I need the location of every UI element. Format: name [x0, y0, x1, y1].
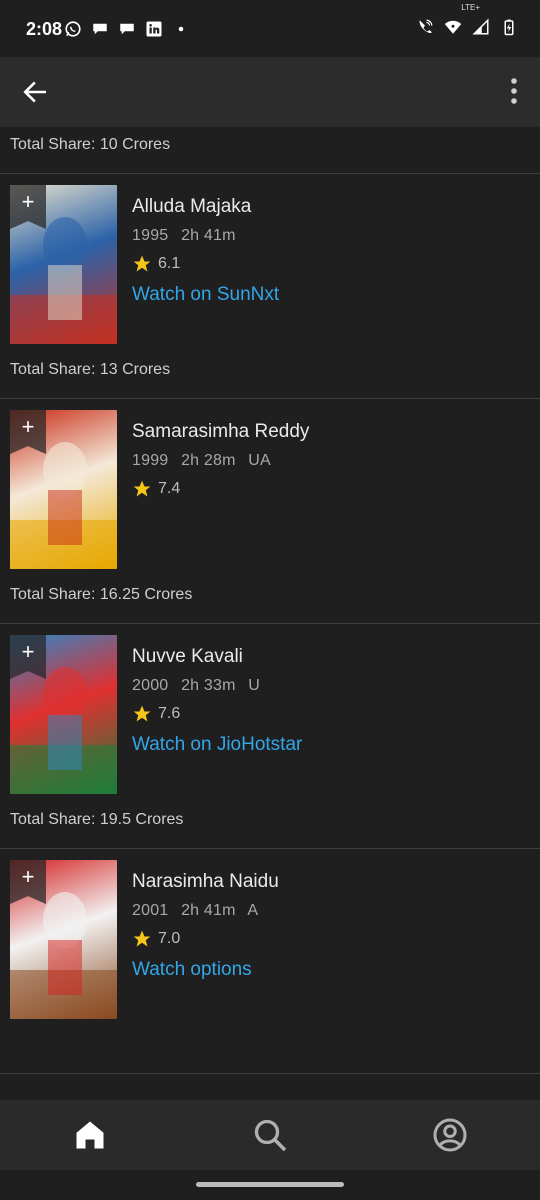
total-share: Total Share: 10 Crores	[10, 136, 171, 153]
list-item[interactable]: + Nuvve Kavali 2000 2h 33m U 7.6 Watch o…	[0, 624, 540, 849]
rating-value: 7.0	[158, 930, 181, 947]
movie-rating: 6.1	[132, 254, 180, 274]
movie-year: 2001	[132, 902, 169, 919]
rating-value: 7.4	[158, 480, 181, 497]
movie-rating: 7.6	[132, 704, 180, 724]
movie-year: 1999	[132, 452, 169, 469]
linkedin-icon	[146, 21, 162, 37]
account-circle-icon[interactable]	[432, 1117, 468, 1153]
movie-rating: 7.0	[132, 929, 180, 949]
star-icon	[133, 255, 151, 272]
movie-certificate: A	[247, 902, 259, 919]
status-time: 2:08	[26, 19, 63, 39]
list-item[interactable]: + Narasimha Naidu 2001 2h 41m A 7.0 Watc…	[0, 849, 540, 1074]
system-icons	[416, 18, 518, 36]
gesture-bar	[0, 1170, 540, 1200]
movie-meta: 2000 2h 33m U	[132, 677, 268, 695]
notification-icons	[64, 20, 190, 38]
home-icon[interactable]	[72, 1117, 108, 1153]
movie-title[interactable]: Narasimha Naidu	[132, 871, 279, 893]
home-handle[interactable]	[196, 1182, 344, 1187]
chat-bubble-icon	[93, 23, 107, 35]
rating-value: 6.1	[158, 255, 181, 272]
movie-poster[interactable]: +	[10, 410, 117, 569]
total-share: Total Share: 19.5 Crores	[10, 811, 184, 828]
movie-runtime: 2h 41m	[181, 902, 236, 919]
wifi-calling-icon	[419, 19, 433, 33]
signal-icon	[472, 18, 489, 35]
status-bar: 2:08 LTE+	[0, 0, 540, 57]
movie-poster[interactable]: +	[10, 860, 117, 1019]
arrow-back-icon[interactable]	[22, 79, 48, 105]
movie-certificate: U	[248, 677, 261, 694]
battery-charging-icon	[504, 19, 514, 36]
movie-meta: 1999 2h 28m UA	[132, 452, 279, 470]
search-icon[interactable]	[252, 1117, 288, 1153]
watch-link[interactable]: Watch on SunNxt	[132, 284, 279, 306]
more-vert-icon[interactable]	[510, 77, 518, 105]
chat-bubble-icon	[120, 23, 134, 35]
total-share: Total Share: 16.25 Crores	[10, 586, 193, 603]
movie-year: 1995	[132, 227, 169, 244]
movie-title[interactable]: Nuvve Kavali	[132, 646, 243, 668]
movie-rating: 7.4	[132, 479, 180, 499]
movie-title[interactable]: Alluda Majaka	[132, 196, 251, 218]
list-item[interactable]: + Alluda Majaka 1995 2h 41m 6.1 Watch on…	[0, 174, 540, 399]
movie-poster[interactable]: +	[10, 185, 117, 344]
rating-value: 7.6	[158, 705, 181, 722]
movie-meta: 2001 2h 41m A	[132, 902, 266, 920]
app-bar	[0, 57, 540, 127]
wifi-icon	[444, 20, 462, 34]
watch-link[interactable]: Watch on JioHotstar	[132, 734, 302, 756]
movie-runtime: 2h 33m	[181, 677, 236, 694]
list-item[interactable]: + Samarasimha Reddy 1999 2h 28m UA 7.4 T…	[0, 399, 540, 624]
movie-list[interactable]: + 1992 2h 29m U 7.5 Watch options Total …	[0, 127, 540, 1100]
network-type: LTE+	[461, 3, 480, 12]
star-icon	[133, 705, 151, 722]
movie-certificate: UA	[248, 452, 271, 469]
dot-icon	[178, 26, 184, 32]
total-share: Total Share: 13 Crores	[10, 361, 171, 378]
movie-runtime: 2h 41m	[181, 227, 236, 244]
star-icon	[133, 930, 151, 947]
movie-meta: 1995 2h 41m	[132, 227, 252, 245]
movie-year: 2000	[132, 677, 169, 694]
bottom-navigation	[0, 1100, 540, 1170]
movie-title[interactable]: Samarasimha Reddy	[132, 421, 309, 443]
whatsapp-icon	[65, 21, 81, 37]
star-icon	[133, 480, 151, 497]
list-item[interactable]: + 1992 2h 29m U 7.5 Watch options Total …	[0, 127, 540, 174]
movie-poster[interactable]: +	[10, 635, 117, 794]
movie-runtime: 2h 28m	[181, 452, 236, 469]
watch-link[interactable]: Watch options	[132, 959, 252, 981]
